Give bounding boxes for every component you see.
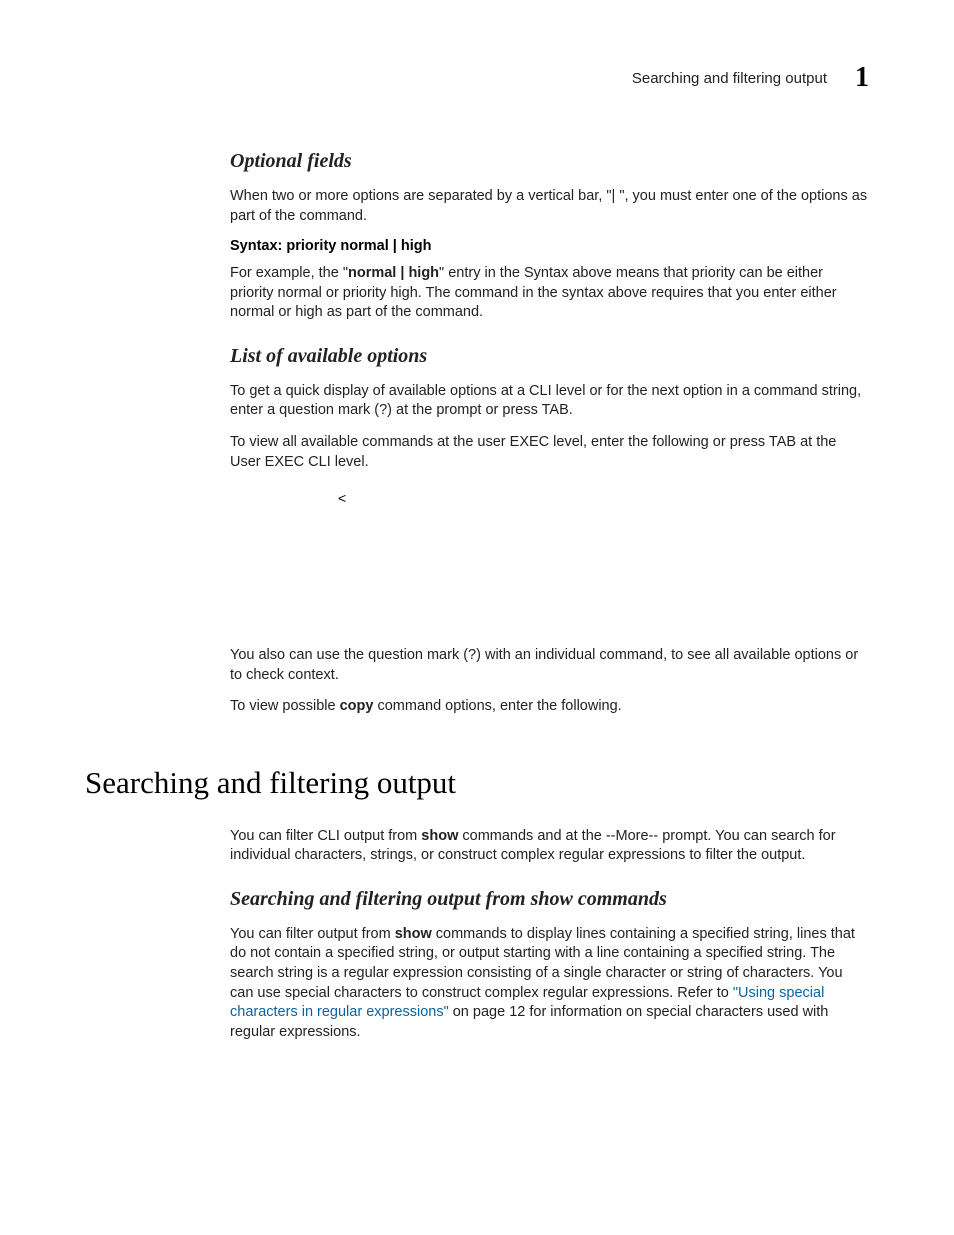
page-header: Searching and filtering output 1 [85, 62, 869, 94]
running-head: Searching and filtering output [632, 70, 827, 87]
heading-searching-filtering: Searching and filtering output [85, 765, 869, 801]
body-paragraph: For example, the "normal | high" entry i… [230, 264, 869, 323]
text: command options, enter the following. [373, 698, 621, 714]
inline-bold: normal | high [348, 265, 439, 281]
body-paragraph: When two or more options are separated b… [230, 187, 869, 226]
body-paragraph: To get a quick display of available opti… [230, 382, 869, 421]
text: To view possible [230, 698, 340, 714]
heading-show-commands: Searching and filtering output from show… [230, 888, 869, 911]
text: For example, the " [230, 265, 348, 281]
text: You can filter CLI output from [230, 828, 421, 844]
inline-bold: copy [340, 698, 374, 714]
body-paragraph: You can filter output from show commands… [230, 925, 869, 1042]
main-content: You can filter CLI output from show comm… [230, 827, 869, 1043]
heading-optional-fields: Optional fields [230, 150, 869, 173]
document-page: Searching and filtering output 1 Optiona… [0, 0, 954, 1134]
inline-bold: show [421, 828, 458, 844]
text: You can filter output from [230, 926, 395, 942]
chapter-number: 1 [855, 62, 869, 94]
body-paragraph: You can filter CLI output from show comm… [230, 827, 869, 866]
heading-list-options: List of available options [230, 345, 869, 368]
code-fragment: < [338, 490, 869, 506]
body-paragraph: To view all available commands at the us… [230, 433, 869, 472]
main-content: Optional fields When two or more options… [230, 150, 869, 717]
inline-bold: show [395, 926, 432, 942]
body-paragraph: You also can use the question mark (?) w… [230, 646, 869, 685]
body-paragraph: To view possible copy command options, e… [230, 697, 869, 717]
syntax-line: Syntax: priority normal | high [230, 238, 869, 254]
